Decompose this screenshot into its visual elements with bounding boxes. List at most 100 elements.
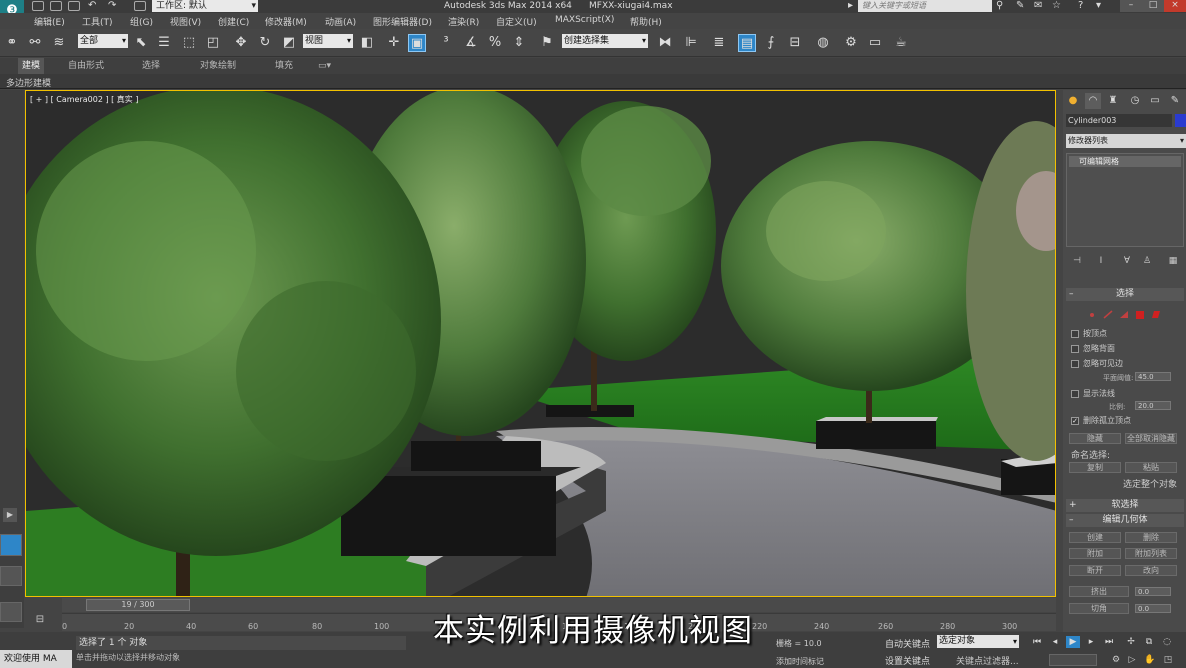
modify-tab-icon[interactable]: ◠ bbox=[1085, 93, 1101, 109]
tab-modeling[interactable]: 建模 bbox=[18, 58, 45, 74]
by-vertex-checkbox[interactable]: 按顶点 bbox=[1071, 328, 1107, 339]
orbit-icon[interactable]: ◌ bbox=[1160, 636, 1174, 648]
close-button[interactable]: × bbox=[1164, 0, 1186, 12]
play-icon[interactable]: ▶ bbox=[1066, 636, 1080, 648]
extrude-spinner[interactable]: 0.0 bbox=[1135, 587, 1171, 596]
create-button[interactable]: 创建 bbox=[1069, 532, 1121, 543]
time-configuration-icon[interactable]: ⚙ bbox=[1110, 654, 1122, 666]
go-to-start-icon[interactable]: ⏮ bbox=[1030, 636, 1044, 648]
turn-button[interactable]: 改向 bbox=[1125, 565, 1177, 576]
align-icon[interactable]: ⊫ bbox=[682, 34, 700, 52]
workspace-selector[interactable]: 工作区: 默认 ▾ bbox=[152, 0, 258, 12]
favorites-star-icon[interactable]: ☆ bbox=[1052, 0, 1061, 12]
delete-isolated-vertices-checkbox[interactable]: ✓ 删除孤立顶点 bbox=[1071, 415, 1131, 426]
polygon-mode-icon[interactable] bbox=[1135, 310, 1145, 319]
material-editor-icon[interactable]: ◍ bbox=[814, 34, 832, 52]
edit-named-selection-icon[interactable]: ⚑ bbox=[538, 34, 556, 52]
save-file-icon[interactable] bbox=[68, 1, 80, 11]
curve-editor-icon[interactable]: ⨍ bbox=[762, 34, 780, 52]
menu-tools[interactable]: 工具(T) bbox=[82, 15, 113, 28]
mini-curve-editor-icon[interactable]: ⊟ bbox=[32, 614, 48, 628]
render-setup-icon[interactable]: ⚙ bbox=[842, 34, 860, 52]
project-folder-icon[interactable] bbox=[134, 1, 146, 11]
redo-icon[interactable]: ↷ bbox=[108, 0, 116, 12]
object-color-swatch[interactable] bbox=[1175, 114, 1186, 127]
mirror-icon[interactable]: ⧓ bbox=[656, 34, 674, 52]
bind-space-warp-icon[interactable]: ≋ bbox=[50, 34, 68, 52]
object-name-field[interactable]: Cylinder003 bbox=[1066, 114, 1172, 127]
hide-button[interactable]: 隐藏 bbox=[1069, 433, 1121, 444]
pan-hand-icon[interactable]: ✋ bbox=[1144, 654, 1156, 666]
zoom-all-icon[interactable]: ⧉ bbox=[1142, 636, 1156, 648]
window-crossing-icon[interactable]: ◰ bbox=[204, 34, 222, 52]
zoom-icon[interactable]: ✢ bbox=[1124, 636, 1138, 648]
set-key-button[interactable]: 设置关键点 bbox=[885, 654, 930, 667]
rotate-icon[interactable]: ↻ bbox=[256, 34, 274, 52]
reference-coordinate-dropdown[interactable]: 视图 ▾ bbox=[303, 34, 353, 48]
motion-tab-icon[interactable]: ◷ bbox=[1127, 93, 1143, 109]
maximize-viewport-icon[interactable]: ◳ bbox=[1162, 654, 1174, 666]
menu-rendering[interactable]: 渲染(R) bbox=[448, 15, 479, 28]
scale-spinner[interactable]: 20.0 bbox=[1135, 401, 1171, 410]
element-mode-icon[interactable] bbox=[1151, 310, 1161, 319]
help-icon[interactable]: ? bbox=[1078, 0, 1083, 12]
new-file-icon[interactable] bbox=[32, 1, 44, 11]
edge-mode-icon[interactable] bbox=[1103, 310, 1113, 319]
delete-button[interactable]: 删除 bbox=[1125, 532, 1177, 543]
snaps-toggle-icon[interactable]: ³ bbox=[437, 34, 455, 52]
unhide-all-button[interactable]: 全部取消隐藏 bbox=[1125, 433, 1177, 444]
menu-customize[interactable]: 自定义(U) bbox=[496, 15, 537, 28]
layer-manager-icon[interactable]: ≣ bbox=[710, 34, 728, 52]
maxscript-listener-mini[interactable]: 欢迎使用 MA bbox=[0, 650, 72, 668]
add-time-tag[interactable]: 添加时间标记 bbox=[776, 656, 824, 667]
menu-maxscript[interactable]: MAXScript(X) bbox=[555, 15, 614, 25]
move-icon[interactable]: ✥ bbox=[232, 34, 250, 52]
ignore-visible-edges-checkbox[interactable]: 忽略可见边 bbox=[1071, 358, 1123, 369]
detach-button[interactable]: 断开 bbox=[1069, 565, 1121, 576]
scene-explorer-icon[interactable]: ▤ bbox=[738, 34, 756, 52]
create-tab-icon[interactable]: ● bbox=[1065, 93, 1081, 109]
tab-object-paint[interactable]: 对象绘制 bbox=[196, 58, 240, 74]
menu-views[interactable]: 视图(V) bbox=[170, 15, 201, 28]
maximize-button[interactable]: □ bbox=[1142, 0, 1164, 12]
planar-threshold-spinner[interactable]: 45.0 bbox=[1135, 372, 1171, 381]
track-bar[interactable]: 0 20 40 60 80 100 120 140 160 180 200 22… bbox=[62, 613, 1056, 631]
go-to-end-icon[interactable]: ⏭ bbox=[1102, 636, 1116, 648]
chamfer-button[interactable]: 切角 bbox=[1069, 603, 1129, 614]
rectangular-selection-icon[interactable]: ⬚ bbox=[180, 34, 198, 52]
key-icon[interactable]: ✎ bbox=[1016, 0, 1024, 12]
unlink-icon[interactable]: ⚯ bbox=[26, 34, 44, 52]
ribbon-options-icon[interactable]: ▭▾ bbox=[314, 58, 335, 74]
communication-center-icon[interactable]: ✉ bbox=[1034, 0, 1042, 12]
search-input[interactable]: 键入关键字或短语 bbox=[858, 0, 992, 12]
modifier-stack[interactable]: 可编辑网格 bbox=[1066, 153, 1184, 247]
ribbon-collapse-button[interactable] bbox=[0, 534, 22, 556]
polygon-modeling-label[interactable]: 多边形建模 bbox=[6, 76, 51, 89]
key-mode-dropdown[interactable]: 选定对象 ▾ bbox=[937, 635, 1019, 648]
chamfer-spinner[interactable]: 0.0 bbox=[1135, 604, 1171, 613]
undo-icon[interactable]: ↶ bbox=[88, 0, 96, 12]
menu-animation[interactable]: 动画(A) bbox=[325, 15, 356, 28]
keyboard-shortcut-override-icon[interactable]: ▣ bbox=[408, 34, 426, 52]
previous-frame-icon[interactable]: ◂ bbox=[1048, 636, 1062, 648]
auto-key-button[interactable]: 自动关键点 bbox=[885, 637, 930, 650]
menu-graph-editors[interactable]: 图形编辑器(D) bbox=[373, 15, 432, 28]
pivot-center-icon[interactable]: ◧ bbox=[358, 34, 376, 52]
tab-freeform[interactable]: 自由形式 bbox=[64, 58, 108, 74]
ignore-backfacing-checkbox[interactable]: 忽略背面 bbox=[1071, 343, 1115, 354]
percent-snap-icon[interactable]: % bbox=[486, 34, 504, 52]
menu-modifiers[interactable]: 修改器(M) bbox=[265, 15, 307, 28]
show-normals-checkbox[interactable]: 显示法线 bbox=[1071, 388, 1115, 399]
camera-viewport[interactable]: [ + ] [ Camera002 ] [ 真实 ] bbox=[25, 90, 1056, 597]
time-slider[interactable]: 19 / 300 bbox=[62, 598, 1056, 612]
tab-populate[interactable]: 填充 bbox=[271, 58, 297, 74]
select-object-icon[interactable]: ⬉ bbox=[132, 34, 150, 52]
show-end-result-icon[interactable]: Ι bbox=[1095, 256, 1107, 268]
attach-button[interactable]: 附加 bbox=[1069, 548, 1121, 559]
render-production-icon[interactable]: ☕ bbox=[892, 34, 910, 52]
configure-modifier-sets-icon[interactable]: ▦ bbox=[1167, 256, 1179, 268]
attach-list-button[interactable]: 附加列表 bbox=[1125, 548, 1177, 559]
expand-arrow-icon[interactable]: ▶ bbox=[3, 508, 17, 522]
pin-stack-icon[interactable]: ⊣ bbox=[1071, 256, 1083, 268]
remove-modifier-icon[interactable]: ♙ bbox=[1141, 256, 1153, 268]
